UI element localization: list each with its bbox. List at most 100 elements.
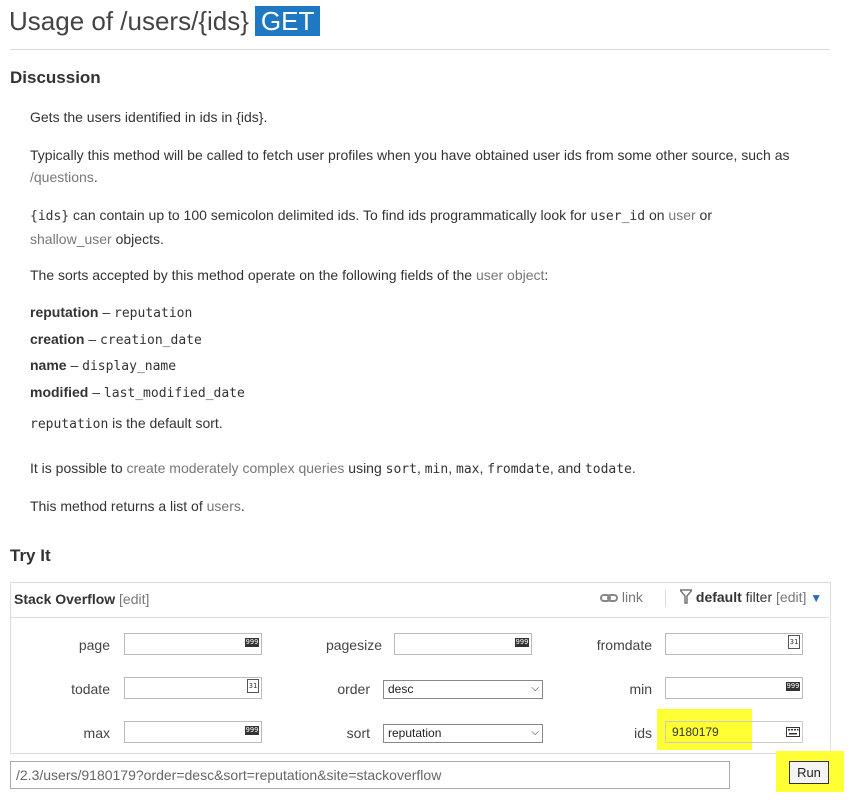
sort-item: creation – creation_date <box>30 330 202 348</box>
calendar-icon: 31 <box>247 679 259 693</box>
keyboard-icon <box>786 727 800 737</box>
number-spinner-icon: 999 <box>245 638 259 647</box>
order-label: order <box>337 681 370 697</box>
sort-item: reputation – reputation <box>30 304 193 321</box>
page-label: page <box>78 637 110 653</box>
sort-name: name <box>30 357 67 373</box>
sort-field: display_name <box>82 359 177 374</box>
chevron-down-icon: ⌵ <box>531 683 539 694</box>
default-sort-code: reputation <box>30 417 109 432</box>
p4-text: The sorts accepted by this method operat… <box>30 267 473 283</box>
discussion-p2: Typically this method will be called to … <box>30 147 790 185</box>
user-link[interactable]: user <box>668 207 695 223</box>
sort-field: creation_date <box>100 332 202 348</box>
site-edit-link[interactable]: [edit] <box>119 591 149 607</box>
max-spinner[interactable]: 999 <box>244 721 262 743</box>
p6-and: and <box>557 460 582 476</box>
p2-text: Typically this method will be called to … <box>30 147 790 163</box>
code-todate: todate <box>584 462 632 477</box>
run-button[interactable]: Run <box>789 761 829 784</box>
todate-input[interactable] <box>124 677 262 699</box>
users-link[interactable]: users <box>207 498 241 514</box>
default-sort-note: reputation is the default sort. <box>30 412 223 436</box>
ids-code: {ids} <box>30 209 70 224</box>
site-name: Stack Overflow <box>14 591 116 607</box>
code-fromdate: fromdate <box>487 462 550 477</box>
order-value: desc <box>388 682 414 696</box>
ids-keyboard[interactable] <box>785 721 803 743</box>
default-sort-text: is the default sort. <box>112 415 223 431</box>
min-spinner[interactable]: 999 <box>785 677 803 699</box>
try-it-heading: Try It <box>10 546 51 565</box>
sort-select[interactable]: reputation ⌵ <box>383 724 543 743</box>
filter-funnel-icon <box>678 589 694 604</box>
todate-label: todate <box>71 681 110 697</box>
chain-link-icon <box>600 594 618 603</box>
divider <box>10 49 830 50</box>
dropdown-triangle-icon[interactable]: ▼ <box>810 591 822 605</box>
user-object-link[interactable]: user object <box>476 267 544 283</box>
todate-picker[interactable]: 31 <box>244 677 262 699</box>
code-sort: sort <box>385 462 417 477</box>
p3-text: can contain up to 100 semicolon delimite… <box>73 207 587 223</box>
try-it-header: Stack Overflow [edit] link default filte… <box>10 582 829 618</box>
separator <box>665 589 666 607</box>
min-input[interactable] <box>665 677 803 699</box>
fromdate-input[interactable] <box>665 633 803 655</box>
number-spinner-icon: 999 <box>515 638 529 647</box>
min-label: min <box>629 681 652 697</box>
pagesize-label: pagesize <box>325 637 382 653</box>
sort-name: creation <box>30 330 85 347</box>
code-min: min <box>424 462 449 477</box>
sort-name: reputation <box>30 304 99 320</box>
p3-tail: objects. <box>115 231 164 247</box>
site-selector: Stack Overflow [edit] <box>14 591 149 607</box>
order-select[interactable]: desc ⌵ <box>383 680 543 699</box>
complex-queries-link[interactable]: create moderately complex queries <box>127 460 345 476</box>
method-badge: GET <box>254 6 321 36</box>
fromdate-picker[interactable]: 31 <box>785 633 803 655</box>
p7-text: This method returns a list of <box>30 498 203 514</box>
page-input[interactable] <box>124 633 262 655</box>
number-spinner-icon: 999 <box>786 682 800 691</box>
chevron-down-icon: ⌵ <box>531 727 539 738</box>
filter-edit-link[interactable]: [edit] <box>776 589 806 605</box>
sort-value: reputation <box>388 726 442 740</box>
max-input[interactable] <box>124 721 262 743</box>
number-spinner-icon: 999 <box>245 726 259 735</box>
ids-label: ids <box>634 725 652 741</box>
link-control[interactable]: link <box>600 589 643 605</box>
sorts-list: reputation – reputation creation – creat… <box>30 300 245 406</box>
discussion-p3: {ids} can contain up to 100 semicolon de… <box>30 204 810 250</box>
questions-link[interactable]: /questions <box>30 169 94 185</box>
p6-using: using <box>348 460 382 476</box>
shallow-user-link[interactable]: shallow_user <box>30 231 112 247</box>
page-title: Usage of /users/{ids} GET <box>9 6 321 37</box>
sort-field: last_modified_date <box>103 385 245 401</box>
filter-name: default <box>695 589 742 605</box>
link-label: link <box>621 589 643 605</box>
discussion-p6: It is possible to create moderately comp… <box>30 460 636 477</box>
request-url-field[interactable]: /2.3/users/9180179?order=desc&sort=reput… <box>10 761 730 789</box>
page-title-text: Usage of /users/{ids} <box>9 6 249 36</box>
fromdate-label: fromdate <box>596 637 652 653</box>
discussion-p4: The sorts accepted by this method operat… <box>30 267 549 283</box>
page-spinner[interactable]: 999 <box>244 633 262 655</box>
ids-input[interactable]: 9180179 <box>665 721 803 743</box>
discussion-heading: Discussion <box>10 68 101 87</box>
p6-pre: It is possible to <box>30 460 123 476</box>
pagesize-spinner[interactable]: 999 <box>514 633 532 655</box>
sort-label: sort <box>346 725 370 741</box>
filter-control: default filter [edit] ▼ <box>678 589 822 605</box>
calendar-icon: 31 <box>788 635 800 649</box>
filter-label: filter <box>745 589 773 605</box>
user-id-code: user_id <box>590 209 646 224</box>
discussion-p7: This method returns a list of users. <box>30 498 245 514</box>
pagesize-input[interactable] <box>394 633 532 655</box>
p3-on: on <box>648 207 665 223</box>
max-label: max <box>83 725 110 741</box>
discussion-p1: Gets the users identified in ids in {ids… <box>30 109 268 125</box>
p3-or: or <box>699 207 712 223</box>
sort-item: modified – last_modified_date <box>30 383 245 401</box>
sort-field: reputation <box>114 306 193 321</box>
